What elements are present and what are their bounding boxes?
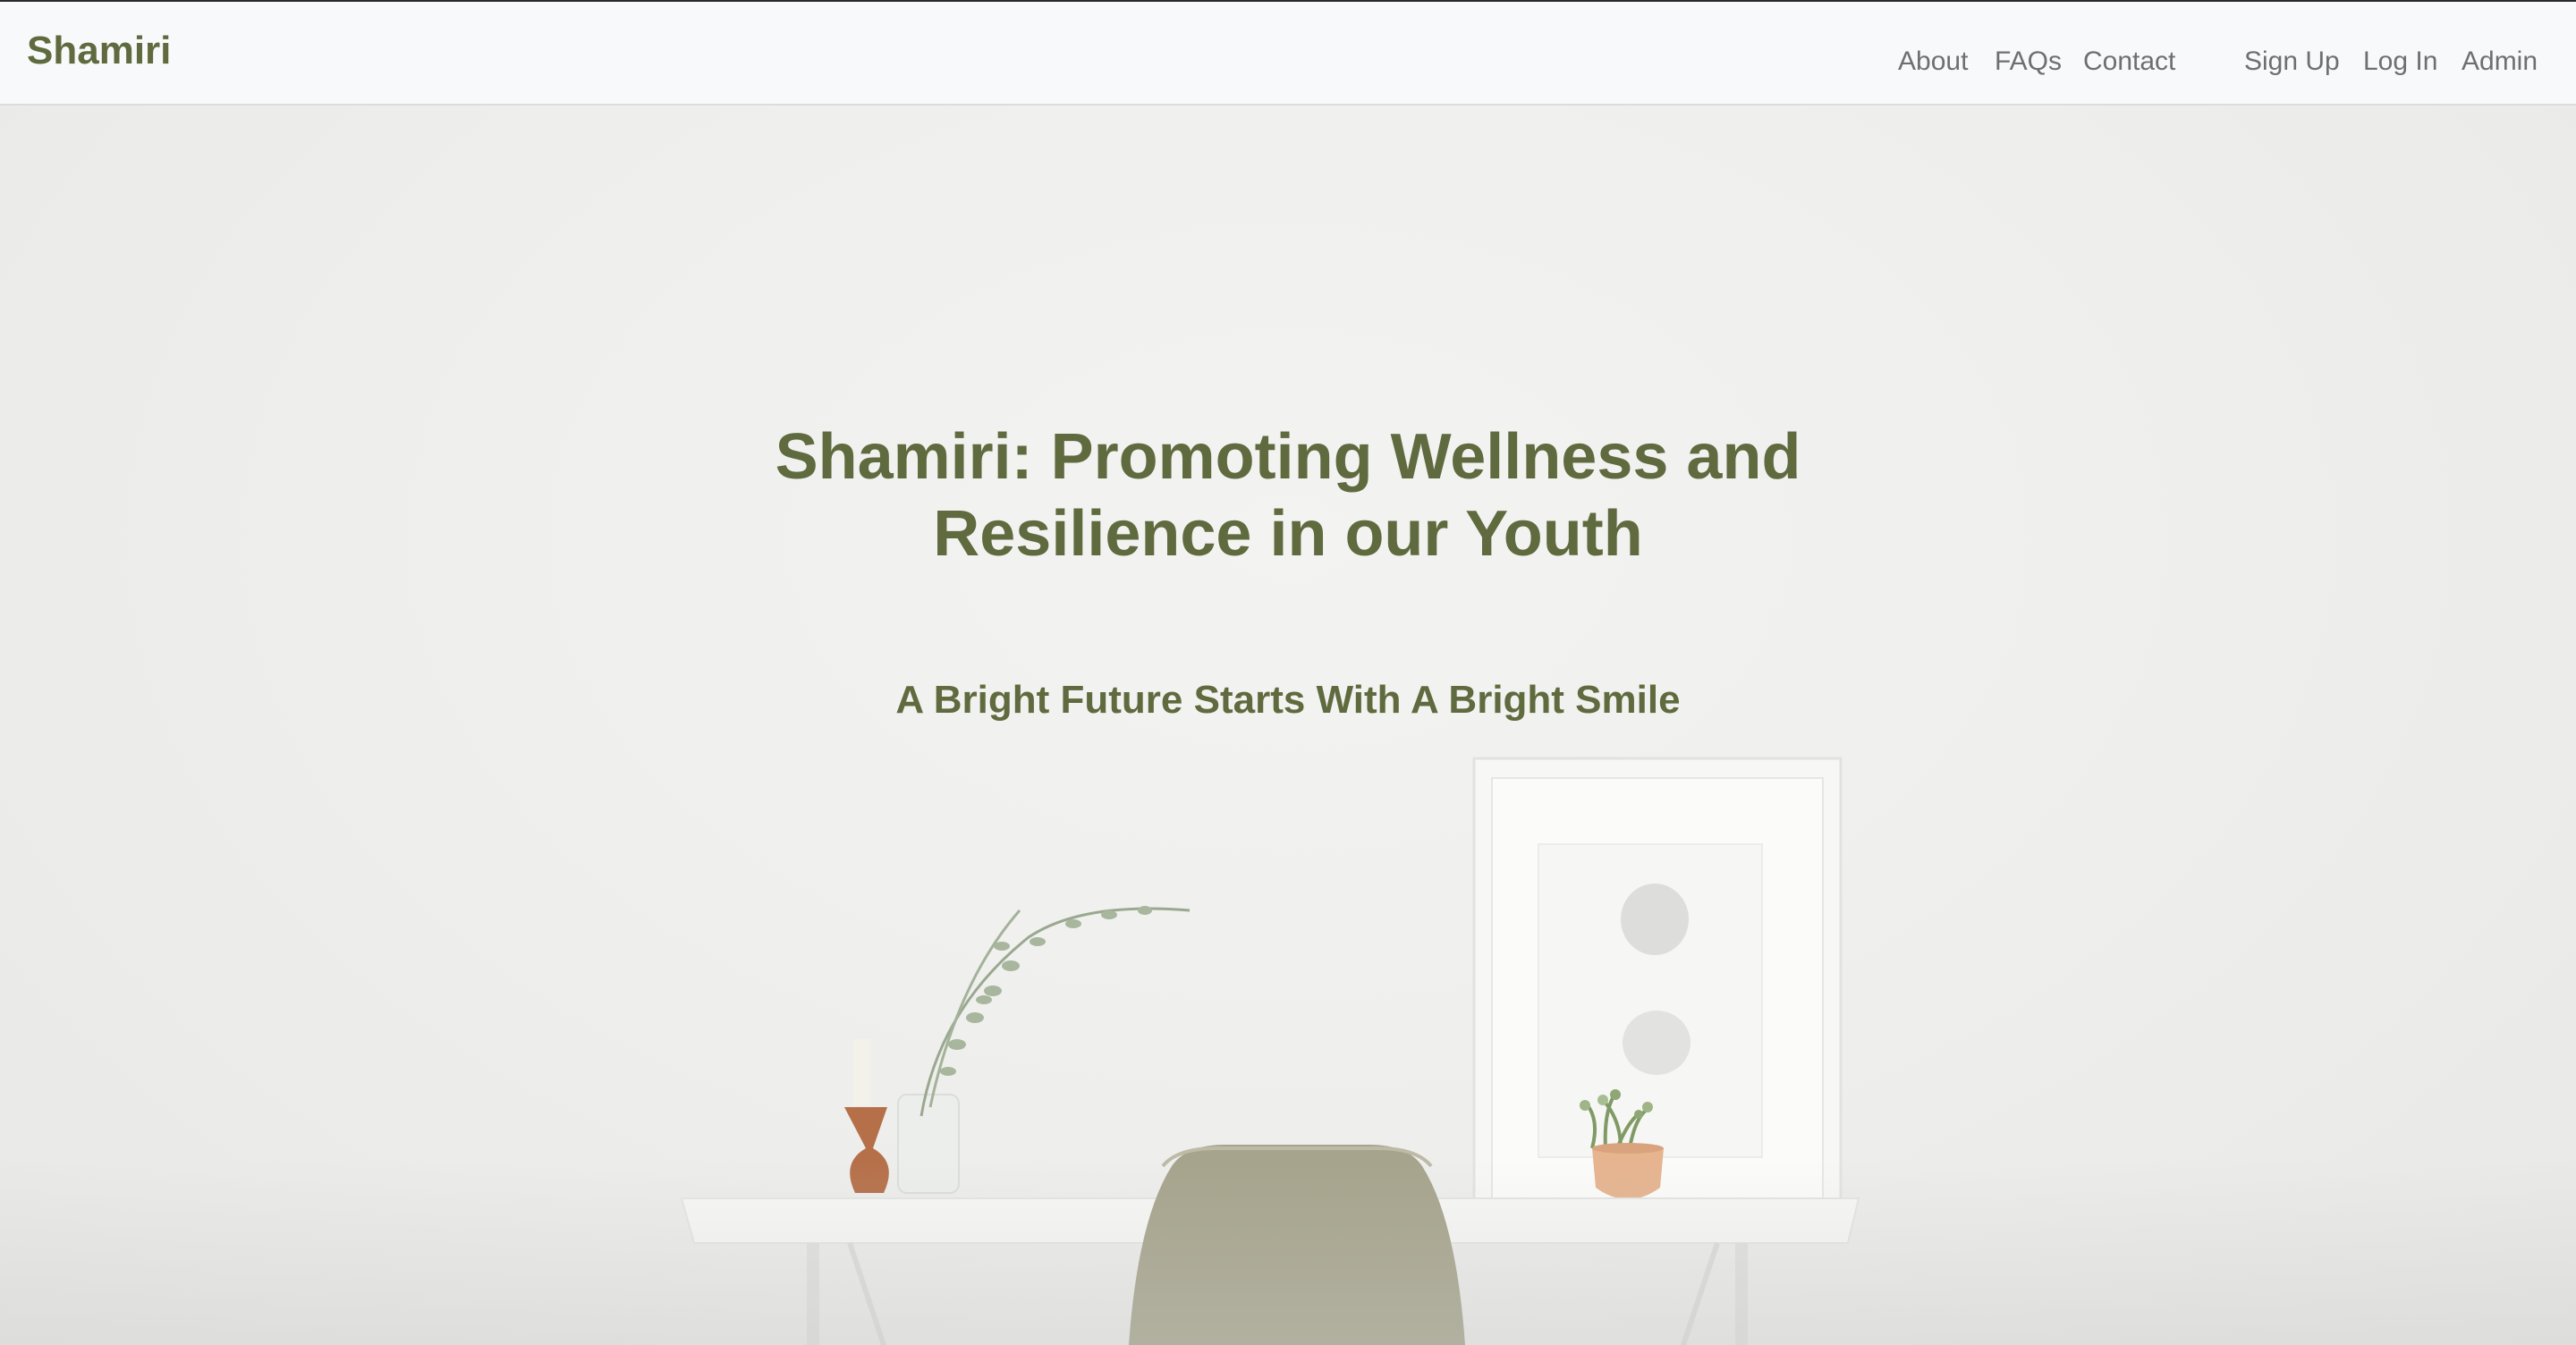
browser-viewport: Shamiri About FAQs Contact Sign Up Log I… xyxy=(0,0,2576,1345)
brand-logo-link[interactable]: Shamiri xyxy=(27,29,171,73)
hero-vignette xyxy=(0,106,2576,1345)
nav-signup-link[interactable]: Sign Up xyxy=(2244,47,2340,77)
hero-title: Shamiri: Promoting Wellness and Resilien… xyxy=(0,419,2576,572)
hero-title-line-1: Shamiri: Promoting Wellness and xyxy=(775,421,1801,493)
nav-admin-link[interactable]: Admin xyxy=(2462,47,2538,77)
nav-about-link[interactable]: About xyxy=(1898,47,1968,77)
hero-section: Shamiri: Promoting Wellness and Resilien… xyxy=(0,106,2576,1345)
nav-faqs-link[interactable]: FAQs xyxy=(1995,47,2062,77)
hero-subtitle: A Bright Future Starts With A Bright Smi… xyxy=(895,678,1681,722)
nav-login-link[interactable]: Log In xyxy=(2363,47,2437,77)
nav-contact-link[interactable]: Contact xyxy=(2083,47,2175,77)
hero-title-line-2: Resilience in our Youth xyxy=(933,498,1643,570)
top-navbar: Shamiri About FAQs Contact Sign Up Log I… xyxy=(0,0,2576,106)
